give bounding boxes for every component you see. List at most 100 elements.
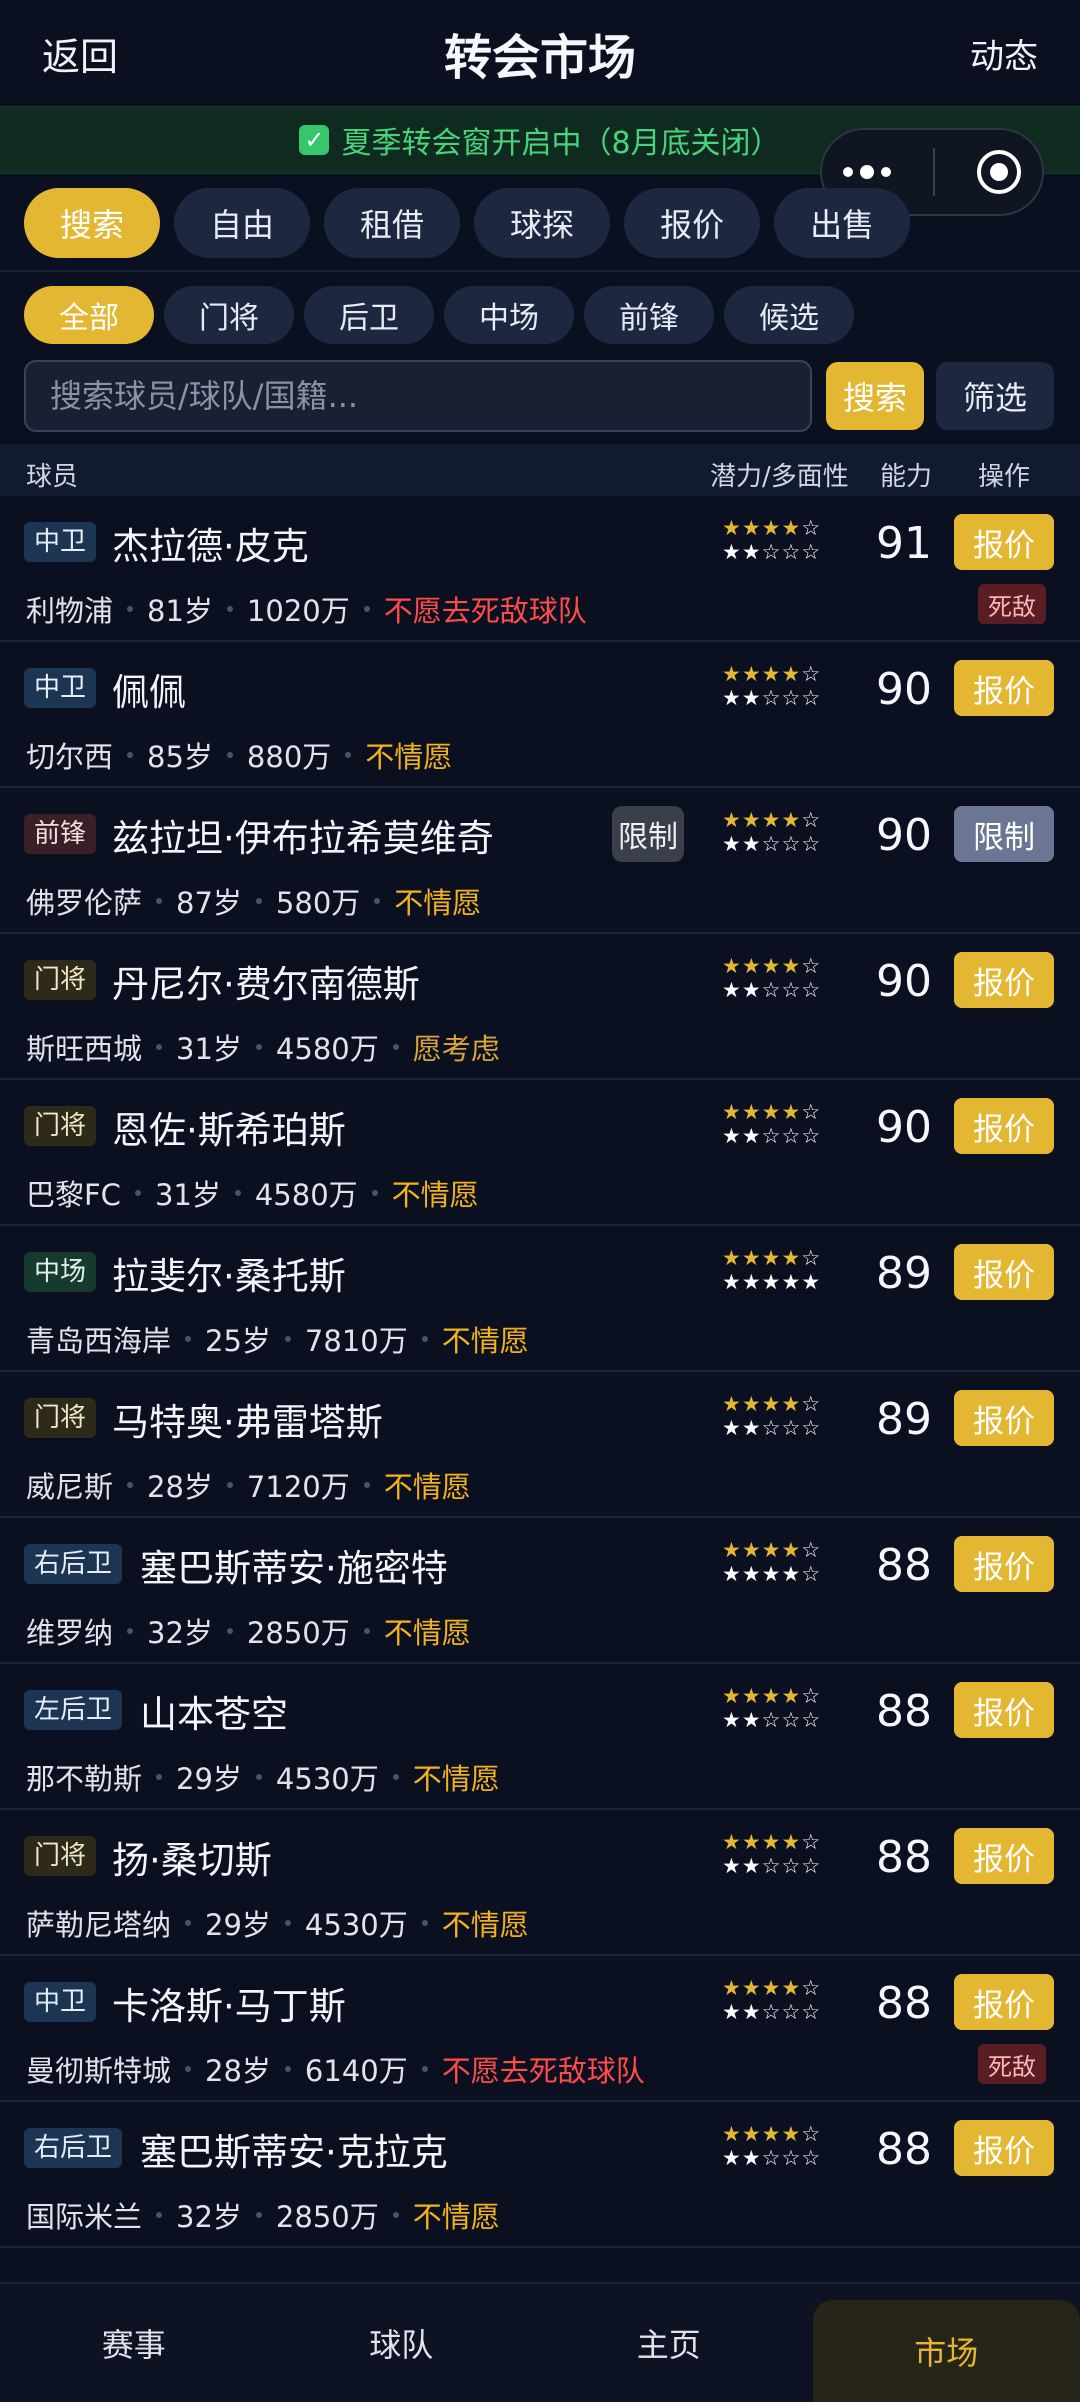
star-icon: ★ bbox=[722, 1830, 742, 1854]
separator-dot bbox=[227, 1628, 233, 1634]
player-name[interactable]: 丹尼尔·费尔南德斯 bbox=[112, 954, 420, 1008]
activity-button[interactable]: 动态 bbox=[970, 29, 1038, 78]
star-icon: ☆ bbox=[801, 1100, 821, 1124]
star-icon: ★ bbox=[722, 1684, 742, 1708]
player-row[interactable]: 前锋兹拉坦·伊布拉希莫维奇限制佛罗伦萨87岁580万不情愿★★★★☆★★☆☆☆9… bbox=[0, 788, 1080, 934]
player-row[interactable]: 中卫佩佩切尔西85岁880万不情愿★★★★☆★★☆☆☆90报价 bbox=[0, 642, 1080, 788]
star-icon: ☆ bbox=[801, 1976, 821, 2000]
player-row[interactable]: 中场拉斐尔·桑托斯青岛西海岸25岁7810万不情愿★★★★☆★★★★★89报价 bbox=[0, 1226, 1080, 1372]
ability-value: 90 bbox=[868, 956, 940, 1007]
star-icon: ☆ bbox=[781, 2000, 801, 2024]
star-icon: ★ bbox=[742, 2122, 762, 2146]
tab-4[interactable]: 报价 bbox=[624, 188, 760, 258]
tab-0[interactable]: 搜索 bbox=[24, 188, 160, 258]
willingness-status: 不情愿 bbox=[394, 880, 481, 922]
star-icon: ★ bbox=[742, 978, 762, 1002]
nav-item-3[interactable]: 市场 bbox=[813, 2300, 1080, 2402]
potential-stars: ★★★★☆ bbox=[722, 808, 850, 832]
offer-button[interactable]: 报价 bbox=[954, 952, 1054, 1008]
offer-button[interactable]: 报价 bbox=[954, 2120, 1054, 2176]
nav-item-0[interactable]: 赛事 bbox=[0, 2284, 268, 2402]
player-row[interactable]: 中卫杰拉德·皮克利物浦81岁1020万不愿去死敌球队★★★★☆★★☆☆☆91报价… bbox=[0, 496, 1080, 642]
player-row[interactable]: 门将丹尼尔·费尔南德斯斯旺西城31岁4580万愿考虑★★★★☆★★☆☆☆90报价 bbox=[0, 934, 1080, 1080]
player-name[interactable]: 扬·桑切斯 bbox=[112, 1830, 272, 1884]
separator-dot bbox=[227, 752, 233, 758]
limited-button[interactable]: 限制 bbox=[954, 806, 1054, 862]
nav-item-1[interactable]: 球队 bbox=[268, 2284, 536, 2402]
search-button[interactable]: 搜索 bbox=[826, 362, 924, 430]
more-icon[interactable] bbox=[843, 165, 891, 179]
star-icon: ☆ bbox=[762, 1124, 782, 1148]
club-name: 那不勒斯 bbox=[26, 1756, 142, 1798]
player-name[interactable]: 佩佩 bbox=[112, 662, 186, 716]
offer-button[interactable]: 报价 bbox=[954, 1974, 1054, 2030]
position-chip-3[interactable]: 中场 bbox=[444, 286, 574, 344]
separator-dot bbox=[393, 2212, 399, 2218]
back-button[interactable]: 返回 bbox=[42, 26, 118, 81]
star-icon: ★ bbox=[722, 1100, 742, 1124]
versatility-stars: ★★☆☆☆ bbox=[722, 978, 850, 1002]
filter-button[interactable]: 筛选 bbox=[936, 362, 1054, 430]
star-icon: ★ bbox=[722, 1538, 742, 1562]
player-name[interactable]: 恩佐·斯希珀斯 bbox=[112, 1100, 346, 1154]
player-age: 32岁 bbox=[147, 1610, 213, 1652]
offer-button[interactable]: 报价 bbox=[954, 1244, 1054, 1300]
player-name[interactable]: 马特奥·弗雷塔斯 bbox=[112, 1392, 383, 1446]
offer-button[interactable]: 报价 bbox=[954, 1682, 1054, 1738]
player-row[interactable]: 右后卫塞巴斯蒂安·克拉克国际米兰32岁2850万不情愿★★★★☆★★☆☆☆88报… bbox=[0, 2102, 1080, 2248]
player-value: 1020万 bbox=[247, 588, 350, 630]
col-ability: 能力 bbox=[880, 456, 932, 493]
player-info: 国际米兰32岁2850万不情愿 bbox=[26, 2194, 500, 2236]
star-icon: ★ bbox=[742, 954, 762, 978]
offer-button[interactable]: 报价 bbox=[954, 1390, 1054, 1446]
star-icon: ★ bbox=[781, 1562, 801, 1586]
player-row[interactable]: 门将扬·桑切斯萨勒尼塔纳29岁4530万不情愿★★★★☆★★☆☆☆88报价 bbox=[0, 1810, 1080, 1956]
offer-button[interactable]: 报价 bbox=[954, 1828, 1054, 1884]
player-row[interactable]: 门将马特奥·弗雷塔斯威尼斯28岁7120万不情愿★★★★☆★★☆☆☆89报价 bbox=[0, 1372, 1080, 1518]
separator-dot bbox=[372, 1190, 378, 1196]
player-name[interactable]: 兹拉坦·伊布拉希莫维奇 bbox=[112, 808, 494, 862]
offer-button[interactable]: 报价 bbox=[954, 660, 1054, 716]
player-name[interactable]: 山本苍空 bbox=[140, 1684, 288, 1738]
position-chip-4[interactable]: 前锋 bbox=[584, 286, 714, 344]
player-row[interactable]: 左后卫山本苍空那不勒斯29岁4530万不情愿★★★★☆★★☆☆☆88报价 bbox=[0, 1664, 1080, 1810]
player-name[interactable]: 塞巴斯蒂安·施密特 bbox=[140, 1538, 448, 1592]
nav-item-2[interactable]: 主页 bbox=[535, 2284, 803, 2402]
position-chip-2[interactable]: 后卫 bbox=[304, 286, 434, 344]
player-row[interactable]: 门将恩佐·斯希珀斯巴黎FC31岁4580万不情愿★★★★☆★★☆☆☆90报价 bbox=[0, 1080, 1080, 1226]
position-badge: 中场 bbox=[24, 1252, 96, 1292]
star-icon: ★ bbox=[801, 1270, 821, 1294]
player-name[interactable]: 拉斐尔·桑托斯 bbox=[112, 1246, 346, 1300]
player-name[interactable]: 卡洛斯·马丁斯 bbox=[112, 1976, 346, 2030]
potential-stars: ★★★★☆ bbox=[722, 662, 850, 686]
star-icon: ☆ bbox=[781, 540, 801, 564]
offer-button[interactable]: 报价 bbox=[954, 1098, 1054, 1154]
player-name[interactable]: 塞巴斯蒂安·克拉克 bbox=[140, 2122, 448, 2176]
rating-stars: ★★★★☆★★☆☆☆ bbox=[722, 1392, 850, 1440]
tab-2[interactable]: 租借 bbox=[324, 188, 460, 258]
divider bbox=[0, 270, 1080, 272]
player-row[interactable]: 中卫卡洛斯·马丁斯曼彻斯特城28岁6140万不愿去死敌球队★★★★☆★★☆☆☆8… bbox=[0, 1956, 1080, 2102]
tab-1[interactable]: 自由 bbox=[174, 188, 310, 258]
player-row[interactable]: 右后卫塞巴斯蒂安·施密特维罗纳32岁2850万不情愿★★★★☆★★★★☆88报价 bbox=[0, 1518, 1080, 1664]
col-player: 球员 bbox=[26, 456, 78, 493]
position-chip-1[interactable]: 门将 bbox=[164, 286, 294, 344]
star-icon: ★ bbox=[742, 516, 762, 540]
versatility-stars: ★★☆☆☆ bbox=[722, 1416, 850, 1440]
star-icon: ☆ bbox=[801, 1124, 821, 1148]
player-name[interactable]: 杰拉德·皮克 bbox=[112, 516, 309, 570]
close-miniprogram-icon[interactable] bbox=[977, 150, 1021, 194]
star-icon: ★ bbox=[742, 1416, 762, 1440]
player-age: 28岁 bbox=[205, 2048, 271, 2090]
tab-3[interactable]: 球探 bbox=[474, 188, 610, 258]
offer-button[interactable]: 报价 bbox=[954, 1536, 1054, 1592]
search-input[interactable] bbox=[24, 360, 812, 432]
offer-button[interactable]: 报价 bbox=[954, 514, 1054, 570]
tab-5[interactable]: 出售 bbox=[774, 188, 910, 258]
separator-dot bbox=[364, 1482, 370, 1488]
star-icon: ☆ bbox=[762, 978, 782, 1002]
position-chip-5[interactable]: 候选 bbox=[724, 286, 854, 344]
star-icon: ★ bbox=[722, 2146, 742, 2170]
star-icon: ☆ bbox=[801, 1538, 821, 1562]
position-chip-0[interactable]: 全部 bbox=[24, 286, 154, 344]
